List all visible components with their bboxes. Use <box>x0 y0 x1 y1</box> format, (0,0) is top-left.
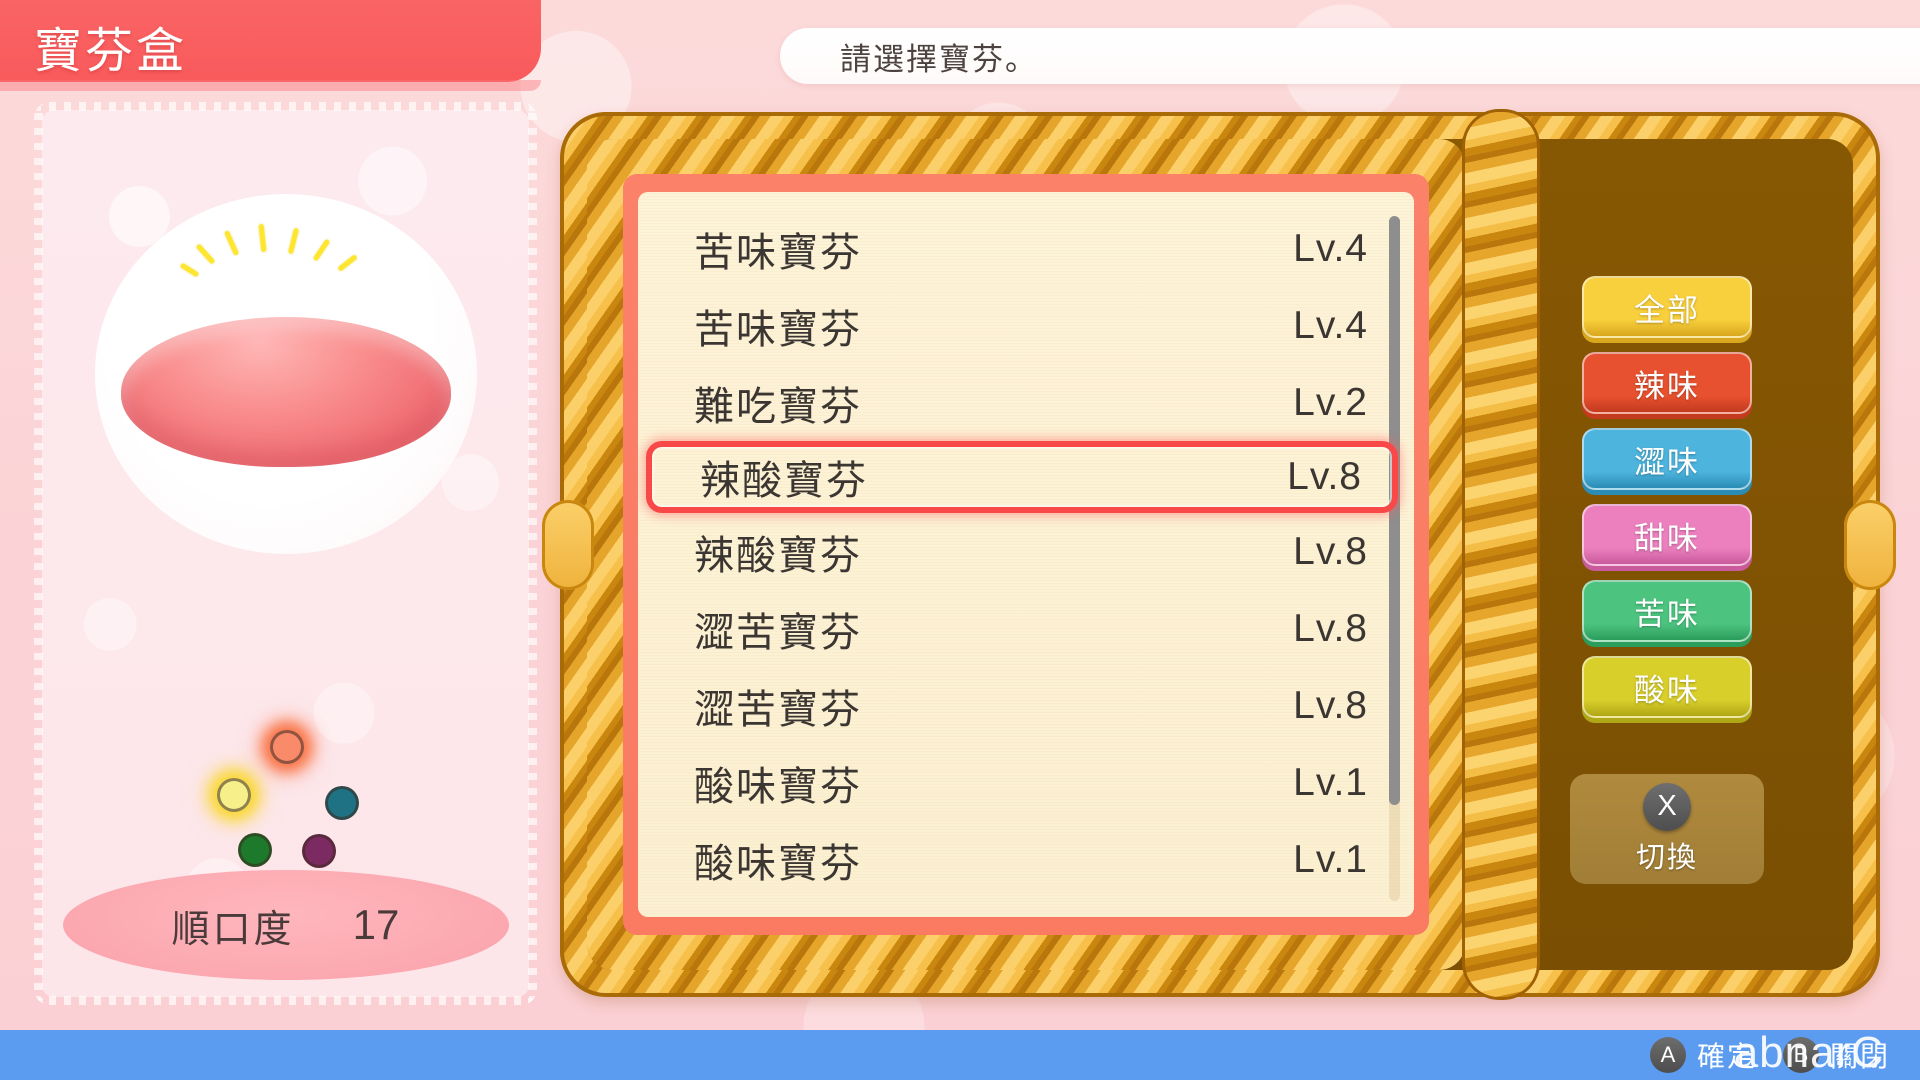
taste-attribute-dots <box>42 730 529 870</box>
bottom-action-bar: A 確定 B 關閉 abnarC <box>0 1028 1920 1080</box>
taste-dot-teal <box>325 786 359 820</box>
filter-button-label: 甜味 <box>1634 520 1700 556</box>
button-hint-label: 確定 <box>1696 1041 1757 1072</box>
item-name: 苦味寶芬 <box>694 230 862 275</box>
x-button-icon: X <box>1643 782 1691 831</box>
a-button-icon: A <box>1649 1037 1686 1073</box>
palatability-stat: 順口度 17 <box>62 870 509 980</box>
stat-value: 17 <box>352 901 400 948</box>
table-row[interactable]: 澀苦寶芬 Lv.8 <box>638 667 1414 744</box>
button-hint-b[interactable]: B 關閉 <box>1782 1035 1890 1075</box>
taste-dot-green <box>238 833 272 867</box>
table-row[interactable]: 苦味寶芬 Lv.4 <box>638 210 1414 287</box>
item-level: Lv.2 <box>1293 380 1368 424</box>
item-level: Lv.4 <box>1293 303 1368 347</box>
button-hint-a[interactable]: A 確定 <box>1649 1035 1757 1075</box>
stat-label: 順口度 <box>171 908 295 951</box>
switch-button[interactable]: X 切換 <box>1570 774 1764 884</box>
table-row[interactable]: 難吃寶芬 Lv.2 <box>638 364 1414 441</box>
item-preview-card: 順口度 17 <box>34 102 537 1005</box>
taste-dot-orange <box>270 730 304 764</box>
rope-divider <box>1465 112 1537 997</box>
table-row-selected[interactable]: 辣酸寶芬 Lv.8 <box>646 441 1398 513</box>
item-name: 澀苦寶芬 <box>694 610 862 655</box>
item-name: 辣酸寶芬 <box>694 533 862 578</box>
rope-bump-left <box>542 500 594 590</box>
item-name: 酸味寶芬 <box>694 764 862 809</box>
table-row[interactable]: 酸味寶芬 Lv.1 <box>638 821 1414 898</box>
item-list-panel: 苦味寶芬 Lv.4 苦味寶芬 Lv.4 難吃寶芬 Lv.2 辣酸寶芬 Lv.8 辣酸寶芬 Lv.8… <box>638 192 1414 917</box>
filter-button-4[interactable]: 苦味 <box>1582 580 1752 642</box>
sprinkle-icon <box>312 238 330 262</box>
filter-button-3[interactable]: 甜味 <box>1582 504 1752 566</box>
filter-button-label: 苦味 <box>1634 596 1700 632</box>
item-level: Lv.8 <box>1293 606 1368 650</box>
bottom-hints-group: A 確定 B 關閉 <box>1649 1035 1890 1075</box>
sprinkle-icon <box>336 254 358 272</box>
filter-button-label: 酸味 <box>1634 672 1700 708</box>
filter-button-5[interactable]: 酸味 <box>1582 656 1752 718</box>
filter-button-label: 澀味 <box>1634 444 1700 480</box>
item-name: 難吃寶芬 <box>694 384 862 429</box>
item-level: Lv.8 <box>1287 455 1362 498</box>
table-row[interactable]: 苦味寶芬 Lv.4 <box>638 287 1414 364</box>
sprinkle-icon <box>223 230 239 256</box>
switch-button-label: 切換 <box>1635 841 1698 874</box>
item-name: 辣酸寶芬 <box>700 459 868 503</box>
sprinkle-icon <box>258 223 266 253</box>
filter-button-2[interactable]: 澀味 <box>1582 428 1752 490</box>
taste-dot-yellow <box>217 778 251 812</box>
page-title: 寶芬盒 <box>34 25 188 78</box>
sprinkle-icon <box>287 227 299 255</box>
item-level: Lv.1 <box>1293 760 1368 804</box>
table-row[interactable]: 辣酸寶芬 Lv.8 <box>638 513 1414 590</box>
item-name: 酸味寶芬 <box>694 841 862 886</box>
item-list-frame: 苦味寶芬 Lv.4 苦味寶芬 Lv.4 難吃寶芬 Lv.2 辣酸寶芬 Lv.8 辣酸寶芬 Lv.8… <box>542 112 1896 997</box>
table-row[interactable]: 酸味寶芬 Lv.1 <box>638 744 1414 821</box>
item-name: 苦味寶芬 <box>694 307 862 352</box>
button-hint-label: 關閉 <box>1829 1041 1890 1072</box>
instruction-banner: 請選擇寶芬。 <box>780 28 1920 84</box>
item-name: 澀苦寶芬 <box>694 687 862 732</box>
filter-button-label: 全部 <box>1634 292 1700 328</box>
item-level: Lv.1 <box>1293 837 1368 881</box>
item-level: Lv.8 <box>1293 683 1368 727</box>
sprinkle-icon <box>179 262 199 278</box>
item-list-rows: 苦味寶芬 Lv.4 苦味寶芬 Lv.4 難吃寶芬 Lv.2 辣酸寶芬 Lv.8 辣酸寶芬 Lv.8… <box>638 210 1414 898</box>
taste-dot-purple <box>302 834 336 868</box>
food-portrait <box>94 194 477 554</box>
sprinkle-icon <box>195 243 215 265</box>
item-level: Lv.4 <box>1293 226 1368 270</box>
item-level: Lv.8 <box>1293 529 1368 573</box>
filter-button-label: 辣味 <box>1634 368 1700 404</box>
header-bar: 寶芬盒 <box>0 0 541 91</box>
filter-button-0[interactable]: 全部 <box>1582 276 1752 338</box>
rope-bump-right <box>1844 500 1896 590</box>
table-row[interactable]: 澀苦寶芬 Lv.8 <box>638 590 1414 667</box>
food-bun-icon <box>120 317 451 467</box>
filter-button-1[interactable]: 辣味 <box>1582 352 1752 414</box>
b-button-icon: B <box>1782 1037 1819 1073</box>
instruction-text: 請選擇寶芬。 <box>840 41 1038 77</box>
